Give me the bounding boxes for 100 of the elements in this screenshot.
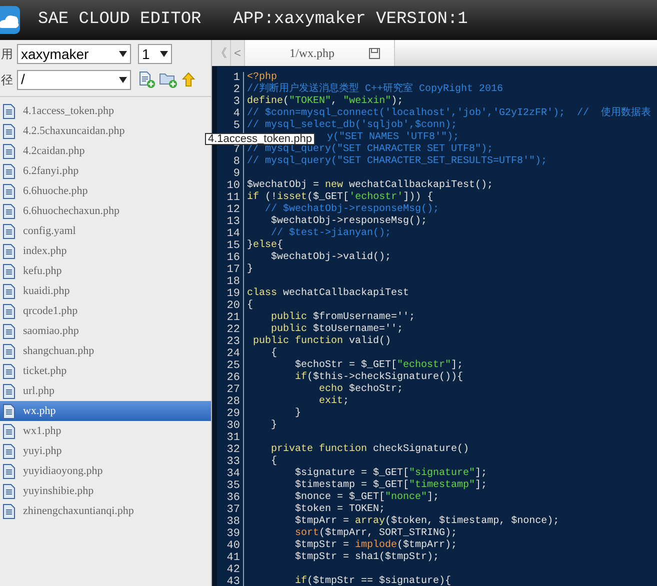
code-line: { bbox=[270, 456, 278, 468]
file-item[interactable]: 6.6huochechaxun.php bbox=[0, 201, 211, 221]
code-line: $wechatObj->responseMsg(); bbox=[270, 216, 428, 228]
file-item[interactable]: shangchuan.php bbox=[0, 341, 211, 361]
code-line: { bbox=[246, 300, 254, 312]
code-line: // $conn=mysql_connect('localhost','job','G2yI2zFR'); // 使用数据表 bbox=[246, 108, 652, 120]
file-item[interactable]: saomiao.php bbox=[0, 321, 211, 341]
file-item[interactable]: yuyidiaoyong.php bbox=[0, 461, 211, 481]
code-line: //判断用户发送消息类型 C++研究室 CopyRight 2016 bbox=[246, 84, 504, 96]
dropdown-icon bbox=[160, 51, 168, 57]
code-line: // $wechatObj->responseMsg(); bbox=[264, 204, 440, 216]
file-item[interactable]: yuyi.php bbox=[0, 441, 211, 461]
line-number: 30 bbox=[217, 420, 244, 432]
file-item[interactable]: 4.1access_token.php bbox=[0, 101, 211, 121]
file-icon bbox=[3, 364, 15, 378]
line-number: 20 bbox=[217, 300, 244, 312]
code-line: $tmpStr = sha1($tmpStr); bbox=[294, 552, 440, 564]
app-select[interactable]: xaxymaker bbox=[17, 44, 131, 64]
line-number: 11 bbox=[217, 192, 244, 204]
nav-button[interactable]: 《 bbox=[212, 40, 231, 66]
file-icon bbox=[3, 184, 15, 198]
line-number: 8 bbox=[217, 156, 244, 168]
code-line: exit; bbox=[318, 396, 350, 408]
file-icon bbox=[3, 464, 15, 478]
code-line: echo $echoStr; bbox=[318, 384, 404, 396]
line-number: 37 bbox=[217, 504, 244, 516]
line-number: 34 bbox=[217, 468, 244, 480]
file-icon bbox=[3, 304, 15, 318]
file-icon bbox=[3, 144, 15, 158]
file-tab[interactable]: 1/wx.php bbox=[245, 40, 396, 66]
file-icon bbox=[3, 424, 15, 438]
code-line: }else{ bbox=[246, 240, 284, 252]
line-number: 27 bbox=[217, 384, 244, 396]
line-number: 41 bbox=[217, 552, 244, 564]
code-line: // $test->jianyan(); bbox=[270, 228, 392, 240]
file-icon bbox=[3, 344, 15, 358]
line-number: 26 bbox=[217, 372, 244, 384]
code-line: // mysql_query("SET CHARACTER_SET_RESULTS=UTF8'"); bbox=[246, 156, 548, 168]
file-icon bbox=[3, 404, 15, 418]
path-select[interactable]: / bbox=[17, 70, 131, 90]
code-line: $timestamp = $_GET["timestamp"]; bbox=[294, 480, 488, 492]
code-line: // mysql_select_db('sqljob',$conn); bbox=[246, 120, 458, 132]
file-item[interactable]: 6.2fanyi.php bbox=[0, 161, 211, 181]
line-number: 10 bbox=[217, 180, 244, 192]
file-item[interactable]: wx1.php bbox=[0, 421, 211, 441]
dropdown-icon bbox=[119, 76, 127, 82]
file-item[interactable]: yuyinshibie.php bbox=[0, 481, 211, 501]
code-line: y("SET NAMES 'UTF8'"); bbox=[326, 132, 460, 144]
code-line: } bbox=[246, 264, 254, 276]
line-number: 42 bbox=[217, 564, 244, 576]
file-icon bbox=[3, 244, 15, 258]
file-icon bbox=[3, 484, 15, 498]
line-number: 28 bbox=[217, 396, 244, 408]
file-item[interactable]: index.php bbox=[0, 241, 211, 261]
file-item[interactable]: kefu.php bbox=[0, 261, 211, 281]
editor-title: SAE CLOUD EDITOR bbox=[38, 9, 202, 32]
line-number: 9 bbox=[217, 168, 244, 180]
code-line: $tmpArr = array($token, $timestamp, $nonce); bbox=[294, 516, 560, 528]
file-icon bbox=[3, 224, 15, 238]
code-line: sort($tmpArr, SORT_STRING); bbox=[294, 528, 458, 540]
file-item[interactable]: zhinengchaxuntianqi.php bbox=[0, 501, 211, 521]
code-line: public $fromUsername=''; bbox=[270, 312, 416, 324]
new-file-icon[interactable] bbox=[138, 71, 155, 88]
line-number: 4 bbox=[217, 108, 244, 120]
up-arrow-icon[interactable] bbox=[182, 72, 195, 87]
line-number: 1 bbox=[217, 72, 244, 84]
code-line: private function checkSignature() bbox=[270, 444, 470, 456]
save-icon[interactable] bbox=[368, 48, 380, 58]
line-number: 40 bbox=[217, 540, 244, 552]
code-line: { bbox=[270, 348, 278, 360]
line-number: 36 bbox=[217, 492, 244, 504]
line-number: 25 bbox=[217, 360, 244, 372]
code-line: <?php bbox=[246, 72, 278, 83]
code-line: public function valid() bbox=[252, 336, 392, 348]
code-line: define("TOKEN", "weixin"); bbox=[246, 96, 404, 108]
file-item[interactable]: qrcode1.php bbox=[0, 301, 211, 321]
version-select[interactable]: 1 bbox=[138, 44, 172, 64]
file-item[interactable]: config.yaml bbox=[0, 221, 211, 241]
line-number: 32 bbox=[217, 444, 244, 456]
line-number: 38 bbox=[217, 516, 244, 528]
line-number: 23 bbox=[217, 336, 244, 348]
file-icon bbox=[3, 284, 15, 298]
file-item[interactable]: url.php bbox=[0, 381, 211, 401]
code-line: } bbox=[270, 420, 278, 432]
file-icon bbox=[3, 164, 15, 178]
file-item[interactable]: wx.php bbox=[0, 401, 211, 421]
file-item[interactable]: kuaidi.php bbox=[0, 281, 211, 301]
new-folder-icon[interactable] bbox=[159, 71, 178, 88]
code-line: if($tmpStr == $signature){ bbox=[294, 576, 452, 586]
file-icon bbox=[3, 384, 15, 398]
line-number: 5 bbox=[217, 120, 244, 132]
code-line: $wechatObj = new wechatCallbackapiTest(); bbox=[246, 180, 494, 192]
file-icon bbox=[3, 124, 15, 138]
cloud-logo-icon bbox=[0, 4, 22, 36]
file-item[interactable]: ticket.php bbox=[0, 361, 211, 381]
line-number: 15 bbox=[217, 240, 244, 252]
line-number: 22 bbox=[217, 324, 244, 336]
file-item[interactable]: 6.6huoche.php bbox=[0, 181, 211, 201]
file-icon bbox=[3, 324, 15, 338]
code-line: class wechatCallbackapiTest bbox=[246, 288, 410, 300]
